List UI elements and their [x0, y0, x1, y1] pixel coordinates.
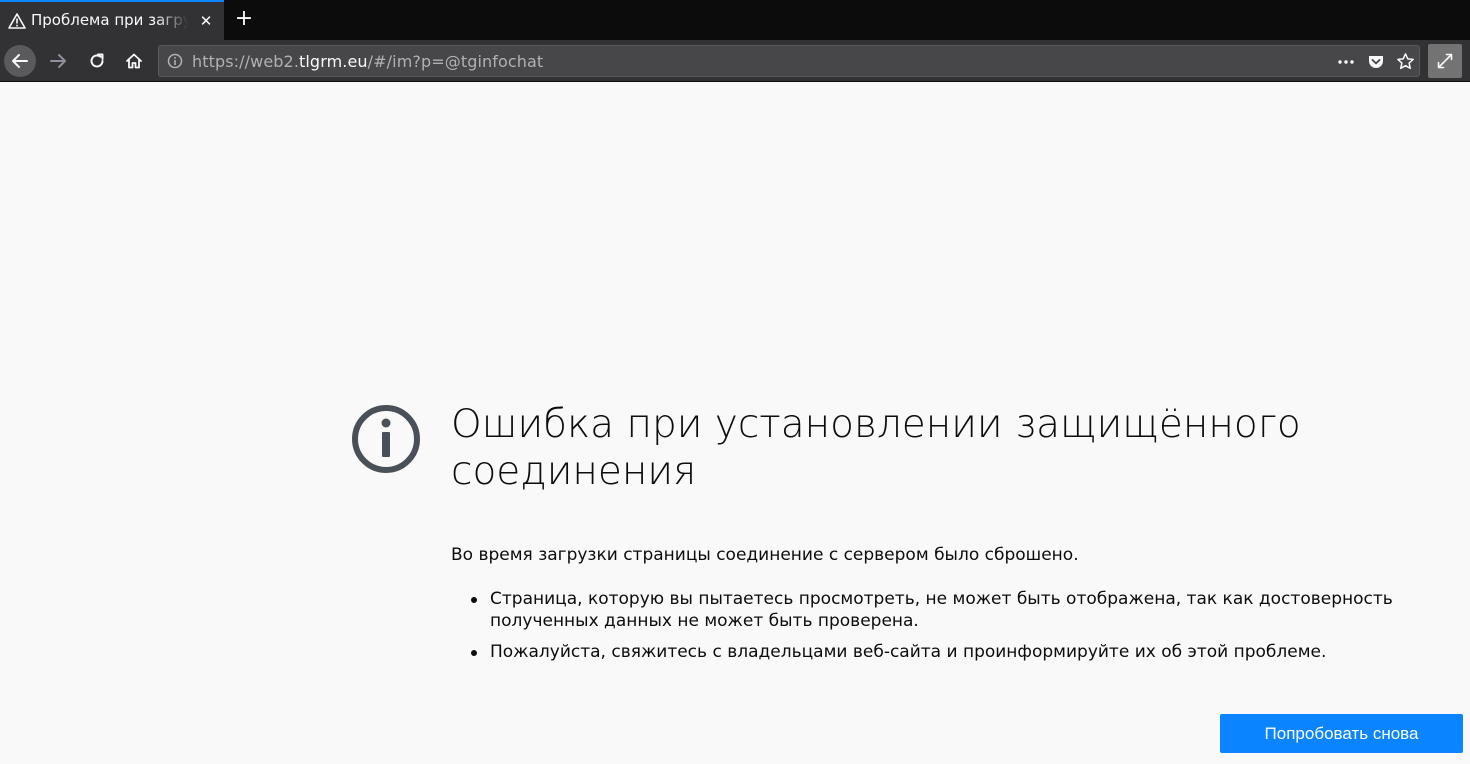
- url-text[interactable]: https://web2.tlgrm.eu/#/im?p=@tginfochat: [192, 52, 543, 71]
- star-icon[interactable]: [1396, 52, 1415, 71]
- error-description: Во время загрузки страницы соединение с …: [451, 545, 1079, 565]
- back-button[interactable]: [4, 45, 36, 77]
- nav-bar: https://web2.tlgrm.eu/#/im?p=@tginfochat: [0, 40, 1470, 82]
- info-icon[interactable]: [167, 53, 183, 69]
- close-icon[interactable]: ✕: [196, 11, 216, 31]
- reload-button[interactable]: [83, 47, 111, 75]
- fullscreen-icon: [1437, 53, 1453, 69]
- page-title: Ошибка при установлении защищённого соед…: [451, 402, 1301, 494]
- try-again-button[interactable]: Попробовать снова: [1220, 714, 1463, 753]
- forward-button[interactable]: [44, 47, 72, 75]
- url-path: /#/im?p=@tginfochat: [367, 52, 544, 71]
- warning-icon: [8, 13, 26, 29]
- url-prefix: https://web2.: [192, 52, 300, 71]
- reload-icon: [90, 53, 104, 68]
- home-button[interactable]: [120, 47, 148, 75]
- pocket-icon[interactable]: [1367, 53, 1385, 71]
- list-item: Пожалуйста, свяжитесь с владельцами веб-…: [471, 641, 1431, 663]
- back-arrow-icon: [12, 54, 28, 68]
- plus-icon[interactable]: +: [233, 8, 255, 30]
- url-bar[interactable]: https://web2.tlgrm.eu/#/im?p=@tginfochat: [158, 45, 1420, 77]
- tab-strip: Проблема при загрузке страницы ✕ +: [0, 0, 1470, 40]
- forward-arrow-icon: [50, 54, 66, 68]
- tab-active[interactable]: Проблема при загрузке страницы ✕: [0, 0, 224, 40]
- error-page: Ошибка при установлении защищённого соед…: [0, 83, 1470, 764]
- url-host: tlgrm.eu: [299, 52, 368, 71]
- error-details-list: Страница, которую вы пытаетесь просмотре…: [471, 588, 1431, 672]
- fullscreen-button[interactable]: [1428, 44, 1462, 78]
- home-icon: [126, 53, 142, 69]
- tab-title: Проблема при загрузке страницы: [31, 11, 188, 29]
- more-icon[interactable]: [1337, 54, 1355, 70]
- error-info-icon: [352, 405, 420, 473]
- list-item: Страница, которую вы пытаетесь просмотре…: [471, 588, 1431, 632]
